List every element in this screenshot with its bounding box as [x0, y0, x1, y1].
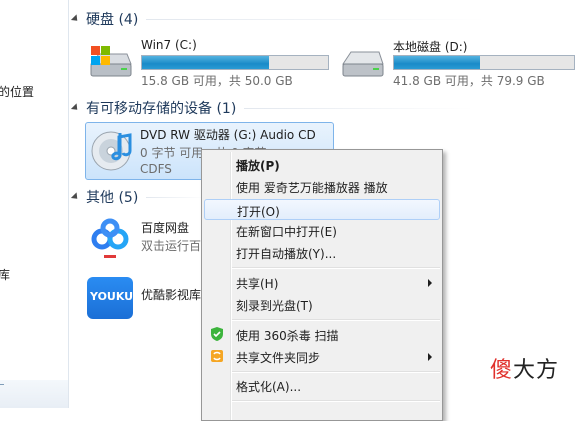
drive-name: Win7 (C:): [141, 38, 197, 52]
drive-usage-bar: [141, 55, 329, 70]
menu-separator: [232, 267, 440, 269]
group-header-hard-disks[interactable]: 硬盘 (4): [70, 8, 487, 30]
group-title: 硬盘 (4): [86, 12, 139, 28]
menu-item-burn-to-disc[interactable]: 刻录到光盘(T): [204, 294, 440, 315]
hard-drive-icon: [342, 51, 384, 77]
dvd-drive-icon: [91, 131, 132, 171]
context-menu: 播放(P) 使用 爱奇艺万能播放器 播放 打开(O) 在新窗口中打开(E) 打开…: [201, 149, 443, 421]
nav-item-libraries[interactable]: 库: [0, 266, 10, 283]
drive-usage-fill: [394, 56, 480, 69]
app-name: 百度网盘: [141, 221, 190, 235]
group-title: 有可移动存储的设备 (1): [86, 101, 237, 117]
collapse-triangle-icon[interactable]: [70, 192, 81, 202]
youku-icon: YOUKU: [87, 277, 133, 319]
drive-c[interactable]: Win7 (C:) 15.8 GB 可用，共 50.0 GB: [87, 38, 332, 88]
navigation-pane: 的位置 库: [0, 0, 69, 408]
submenu-arrow-icon: [428, 279, 432, 287]
menu-separator: [232, 371, 440, 373]
menu-item-open[interactable]: 打开(O): [204, 199, 440, 220]
360-shield-icon: [211, 327, 223, 341]
group-header-removable[interactable]: 有可移动存储的设备 (1): [70, 97, 475, 119]
drive-usage-fill: [142, 56, 270, 69]
menu-item-play[interactable]: 播放(P): [204, 154, 440, 175]
sync-folder-icon: [211, 350, 223, 362]
collapse-triangle-icon[interactable]: [70, 103, 81, 113]
menu-item-format[interactable]: 格式化(A)...: [204, 375, 440, 396]
group-title: 其他 (5): [86, 190, 139, 206]
nav-bottom-item[interactable]: [0, 380, 68, 408]
menu-item-open-new-window[interactable]: 在新窗口中打开(E): [204, 220, 440, 241]
nav-item-locations[interactable]: 的位置: [0, 83, 34, 100]
dvd-drive-name: DVD RW 驱动器 (G:) Audio CD: [140, 128, 316, 142]
dvd-drive-filesystem: CDFS: [140, 162, 172, 176]
app-baidu-netdisk[interactable]: 百度网盘 双击运行百度网盘: [87, 215, 237, 267]
drive-d[interactable]: 本地磁盘 (D:) 41.8 GB 可用，共 79.9 GB: [339, 38, 577, 88]
app-name: 优酷影视库: [141, 288, 202, 302]
menu-separator: [232, 319, 440, 321]
menu-item-share[interactable]: 共享(H): [204, 272, 440, 293]
drive-usage-bar: [393, 55, 575, 70]
menu-separator: [232, 400, 440, 402]
menu-item-open-autoplay[interactable]: 打开自动播放(Y)...: [204, 242, 440, 263]
menu-item-play-with-iqiyi[interactable]: 使用 爱奇艺万能播放器 播放: [204, 176, 440, 197]
collapse-triangle-icon[interactable]: [70, 14, 81, 24]
hard-drive-icon: [89, 46, 132, 77]
group-header-other[interactable]: 其他 (5): [70, 186, 207, 208]
submenu-arrow-icon: [428, 353, 432, 361]
app-youku[interactable]: YOUKU 优酷影视库: [87, 273, 217, 325]
baidu-netdisk-icon: [87, 215, 133, 261]
menu-item-share-folder-sync[interactable]: 共享文件夹同步: [204, 346, 440, 367]
drive-name: 本地磁盘 (D:): [393, 40, 468, 54]
drive-space-info: 41.8 GB 可用，共 79.9 GB: [393, 74, 545, 88]
menu-item-360-scan[interactable]: 使用 360杀毒 扫描: [204, 324, 440, 345]
drive-space-info: 15.8 GB 可用，共 50.0 GB: [141, 74, 293, 88]
watermark: 傻大方: [489, 358, 559, 383]
